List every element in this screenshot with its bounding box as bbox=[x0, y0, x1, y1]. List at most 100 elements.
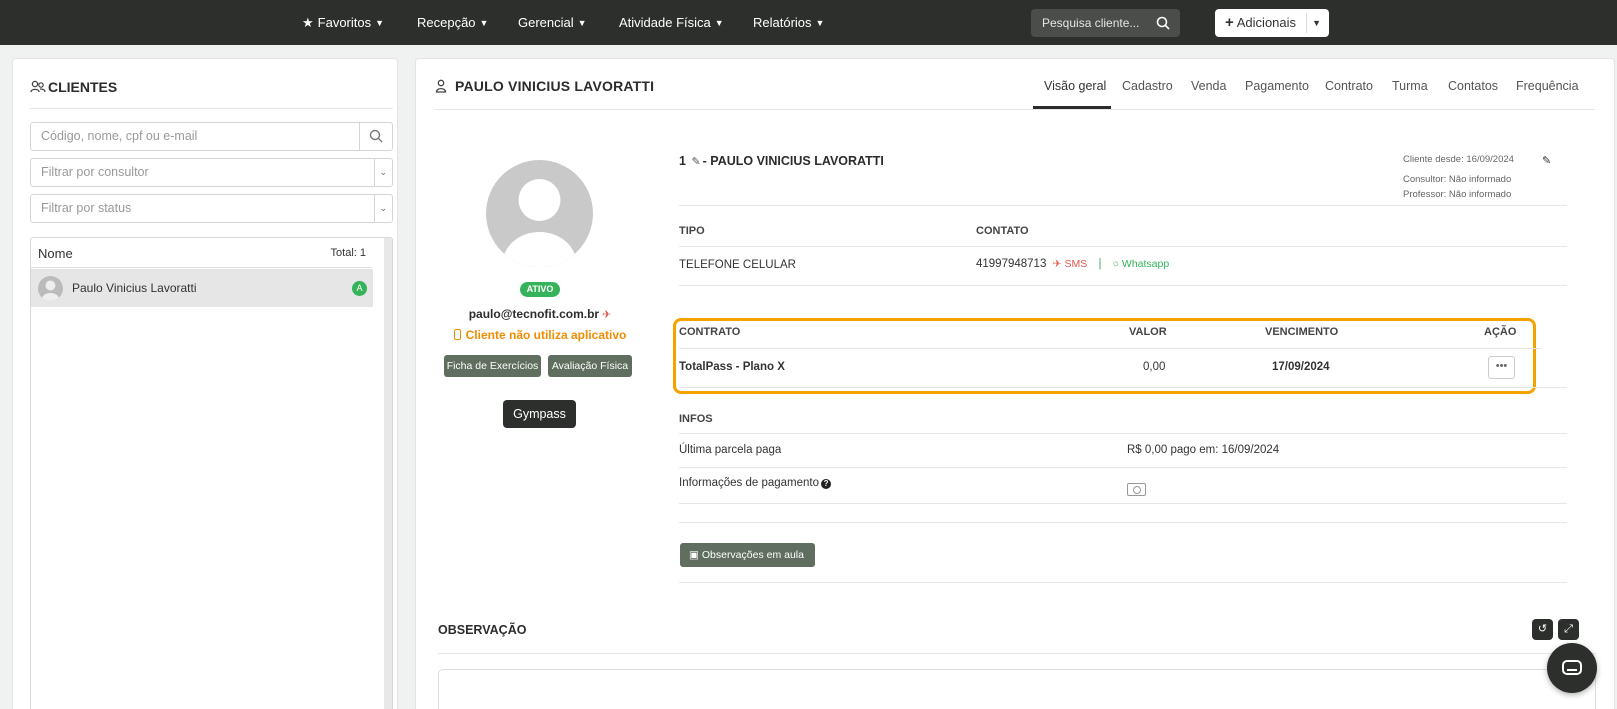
chevron-down-icon: ▼ bbox=[479, 18, 489, 28]
app-status-text: Cliente não utiliza aplicativo bbox=[465, 328, 627, 342]
contract-header-acao: AÇÃO bbox=[1484, 326, 1517, 338]
tab-turma[interactable]: Turma bbox=[1392, 79, 1428, 93]
adicionais-button[interactable]: + Adicionais ▼ bbox=[1215, 9, 1329, 37]
send-icon[interactable]: ✈ bbox=[602, 309, 611, 321]
divider bbox=[374, 195, 375, 222]
gympass-button[interactable]: Gympass bbox=[503, 400, 576, 428]
client-detail-panel: PAULO VINICIUS LAVORATTI Visão geral Cad… bbox=[415, 58, 1615, 709]
chevron-down-icon: ▼ bbox=[714, 18, 724, 28]
chat-bubble-icon: ○ bbox=[1112, 258, 1122, 270]
contract-highlight bbox=[673, 318, 1536, 394]
plus-icon: + bbox=[1225, 14, 1234, 31]
tab-pagamento[interactable]: Pagamento bbox=[1245, 79, 1309, 93]
expand-button[interactable]: ⤢ bbox=[1558, 619, 1579, 640]
status-filter-select[interactable]: Filtrar por status ⌄ bbox=[30, 194, 393, 223]
divider bbox=[679, 433, 1567, 434]
tab-contrato[interactable]: Contrato bbox=[1325, 79, 1373, 93]
history-icon: ↺ bbox=[1537, 623, 1548, 635]
divider bbox=[374, 159, 375, 186]
chat-bubble-icon bbox=[1562, 660, 1582, 675]
tab-visao-geral[interactable]: Visão geral bbox=[1044, 79, 1106, 93]
divider bbox=[679, 503, 1567, 504]
top-navbar: ★ Favoritos ▼ Recepção ▼ Gerencial ▼ Ativida… bbox=[0, 0, 1617, 45]
ficha-exercicios-button[interactable]: Ficha de Exercícios bbox=[444, 355, 541, 377]
tab-contatos[interactable]: Contatos bbox=[1448, 79, 1498, 93]
clients-list-header: Nome Total: 1 bbox=[31, 238, 373, 268]
profile-avatar[interactable] bbox=[486, 160, 593, 267]
nav-favoritos-label: Favoritos bbox=[317, 15, 372, 30]
ultima-parcela-label: Última parcela paga bbox=[679, 444, 782, 456]
separator: | bbox=[1098, 258, 1102, 270]
divider bbox=[359, 123, 360, 150]
list-item[interactable]: Paulo Vinicius Lavoratti A bbox=[31, 269, 373, 307]
client-search-input[interactable]: Pesquisa cliente... bbox=[1031, 9, 1180, 37]
mobile-phone-icon bbox=[453, 329, 461, 340]
divider bbox=[679, 387, 1567, 388]
pencil-icon[interactable]: ✎ bbox=[691, 155, 700, 168]
history-button[interactable]: ↺ bbox=[1532, 619, 1553, 640]
contract-actions-button[interactable]: ••• bbox=[1488, 356, 1515, 379]
search-icon[interactable] bbox=[369, 129, 383, 143]
contract-name: TotalPass - Plano X bbox=[679, 361, 785, 373]
tab-venda[interactable]: Venda bbox=[1191, 79, 1226, 93]
consultor-filter-select[interactable]: Filtrar por consultor ⌄ bbox=[30, 158, 393, 187]
page-title: PAULO VINICIUS LAVORATTI bbox=[435, 78, 654, 94]
divider bbox=[30, 108, 393, 109]
nav-relatorios-label: Relatórios bbox=[753, 15, 812, 30]
nav-favoritos[interactable]: ★ Favoritos ▼ bbox=[302, 0, 384, 45]
nav-relatorios[interactable]: Relatórios ▼ bbox=[753, 0, 824, 45]
scrollbar[interactable] bbox=[384, 238, 392, 709]
client-id: 1 bbox=[679, 154, 686, 168]
client-since: Cliente desde: 16/09/2024 bbox=[1403, 154, 1514, 165]
contract-valor: 0,00 bbox=[1143, 361, 1166, 373]
contract-vencimento: 17/09/2024 bbox=[1272, 361, 1330, 373]
ellipsis-icon: ••• bbox=[1495, 360, 1508, 372]
contact-tipo: TELEFONE CELULAR bbox=[679, 259, 796, 271]
clients-title-text: CLIENTES bbox=[48, 79, 118, 95]
search-icon bbox=[1156, 16, 1170, 30]
status-placeholder: Filtrar por status bbox=[41, 201, 132, 215]
consultor-placeholder: Filtrar por consultor bbox=[41, 165, 149, 179]
chevron-down-icon[interactable]: ▼ bbox=[1312, 9, 1321, 37]
divider bbox=[679, 467, 1567, 468]
divider bbox=[679, 582, 1567, 583]
ultima-parcela-value: R$ 0,00 pago em: 16/09/2024 bbox=[1127, 444, 1280, 456]
question-icon[interactable]: ? bbox=[821, 479, 832, 489]
contract-header-vencimento: VENCIMENTO bbox=[1265, 326, 1339, 338]
avaliacao-fisica-button[interactable]: Avaliação Física bbox=[548, 355, 632, 377]
nav-gerencial[interactable]: Gerencial ▼ bbox=[518, 0, 587, 45]
sms-link[interactable]: ✈ SMS bbox=[1053, 258, 1087, 270]
pagamento-info-label: Informações de pagamento? bbox=[679, 477, 832, 489]
contact-row: 41997948713 ✈ SMS | ○ Whatsapp bbox=[976, 258, 1169, 270]
tab-frequencia[interactable]: Frequência bbox=[1516, 79, 1579, 93]
observacoes-em-aula-label: Observações em aula bbox=[701, 549, 804, 561]
tabs-divider bbox=[435, 109, 1595, 110]
client-email: paulo@tecnofit.com.br ✈ bbox=[416, 307, 664, 321]
nav-gerencial-label: Gerencial bbox=[518, 15, 574, 30]
whatsapp-label: Whatsapp bbox=[1121, 258, 1170, 270]
money-icon[interactable] bbox=[1127, 483, 1146, 496]
client-filter-search-input[interactable]: Código, nome, cpf ou e-mail bbox=[30, 122, 393, 151]
star-icon: ★ bbox=[302, 15, 314, 30]
clients-panel: CLIENTES Código, nome, cpf ou e-mail Fil… bbox=[12, 58, 398, 709]
observacoes-em-aula-button[interactable]: ▣ Observações em aula bbox=[680, 543, 815, 567]
contact-header-tipo: TIPO bbox=[679, 225, 705, 237]
nav-recepcao[interactable]: Recepção ▼ bbox=[417, 0, 488, 45]
user-silhouette-icon bbox=[41, 280, 60, 301]
sms-label: SMS bbox=[1064, 258, 1088, 270]
observacao-textarea[interactable] bbox=[438, 669, 1596, 709]
nav-atividade-fisica[interactable]: Atividade Física ▼ bbox=[619, 0, 724, 45]
pencil-icon[interactable]: ✎ bbox=[1542, 154, 1551, 167]
chevron-down-icon: ▼ bbox=[375, 18, 385, 28]
chalkboard-icon: ▣ bbox=[689, 549, 702, 561]
whatsapp-link[interactable]: ○ Whatsapp bbox=[1113, 258, 1170, 270]
clients-title: CLIENTES bbox=[30, 79, 117, 95]
divider bbox=[679, 348, 1541, 349]
page-title-text: PAULO VINICIUS LAVORATTI bbox=[455, 78, 655, 94]
tab-cadastro[interactable]: Cadastro bbox=[1122, 79, 1173, 93]
nav-atividade-fisica-label: Atividade Física bbox=[619, 15, 711, 30]
client-email-text: paulo@tecnofit.com.br bbox=[468, 307, 600, 321]
column-header-nome[interactable]: Nome bbox=[38, 246, 73, 261]
contact-phone: 41997948713 bbox=[976, 258, 1047, 270]
chat-button[interactable] bbox=[1547, 643, 1597, 693]
